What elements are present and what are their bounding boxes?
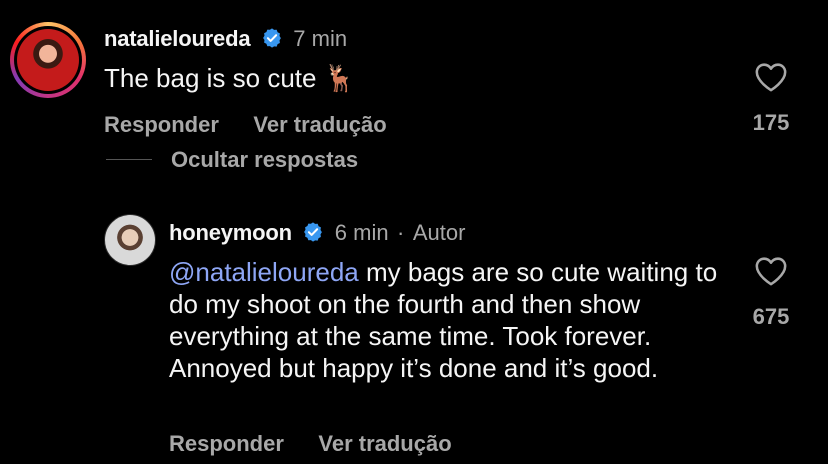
divider-line: [106, 159, 152, 160]
comment-actions: Responder Ver tradução: [104, 112, 387, 138]
timestamp: 6 min: [334, 220, 389, 245]
reply-actions: Responder Ver tradução: [169, 431, 452, 457]
comment-header: natalieloureda 7 min: [104, 26, 347, 54]
translate-button[interactable]: Ver tradução: [253, 112, 386, 137]
reply-text: @natalieloureda my bags are so cute wait…: [169, 256, 729, 384]
heart-icon[interactable]: [754, 255, 788, 292]
username[interactable]: honeymoon: [169, 220, 292, 245]
verified-badge-icon: [302, 221, 324, 248]
comment-text: The bag is so cute 🦌: [104, 63, 357, 93]
reply-button[interactable]: Responder: [169, 431, 284, 456]
mention-link[interactable]: @natalieloureda: [169, 257, 359, 287]
hide-replies-button[interactable]: Ocultar respostas: [171, 147, 358, 173]
like-count: 675: [752, 304, 790, 329]
avatar: [17, 29, 79, 91]
like-count: 175: [752, 110, 790, 135]
timestamp: 7 min: [293, 26, 348, 51]
username[interactable]: natalieloureda: [104, 26, 251, 51]
translate-button[interactable]: Ver tradução: [318, 431, 451, 456]
avatar[interactable]: [104, 214, 156, 266]
heart-icon[interactable]: [754, 61, 788, 98]
avatar-ring[interactable]: [10, 22, 86, 98]
reply-button[interactable]: Responder: [104, 112, 219, 137]
author-badge: Autor: [412, 220, 466, 245]
separator-dot: ·: [397, 220, 405, 245]
verified-badge-icon: [261, 27, 283, 54]
reply-header: honeymoon 6 min · Autor: [169, 220, 465, 248]
